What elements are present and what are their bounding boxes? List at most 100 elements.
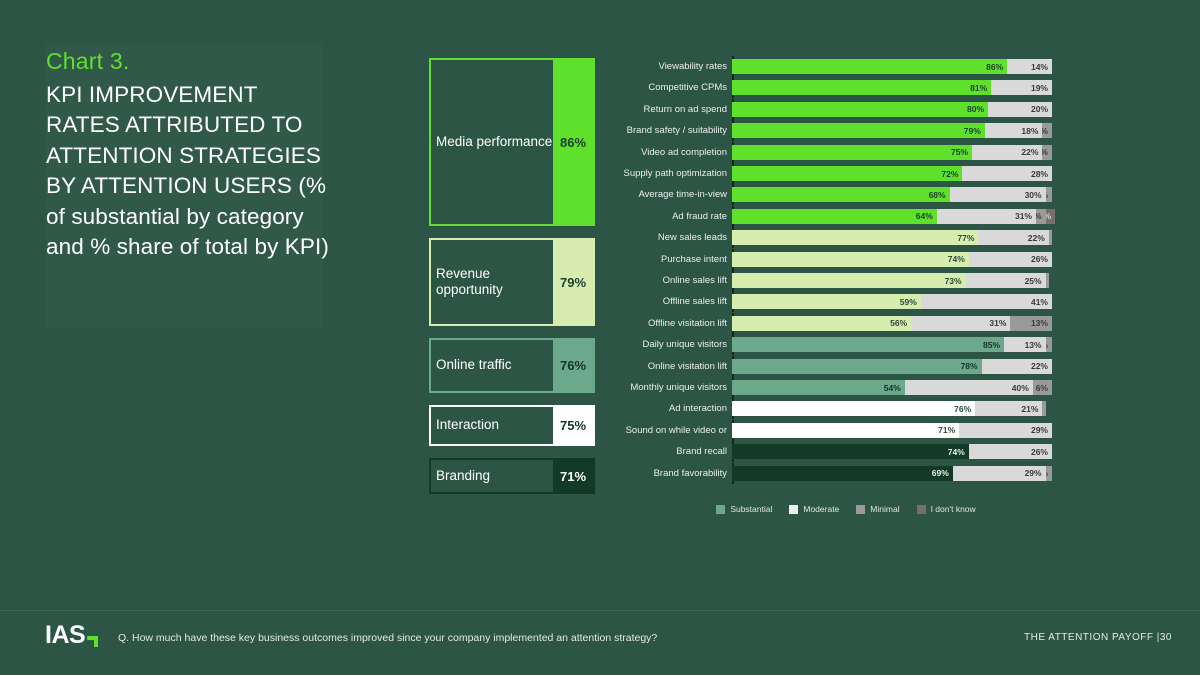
kpi-bar-segment-moderate: 22% — [981, 358, 1052, 374]
kpi-bar-track: 54% 40% 6% — [732, 377, 1052, 398]
kpi-bar-label: Brand favorability — [653, 467, 727, 479]
kpi-bar-segment-value: 74% — [947, 446, 965, 457]
kpi-bar-label: Purchase intent — [660, 253, 727, 265]
chart-legend: Substantial Moderate Minimal I don't know — [616, 504, 1076, 514]
kpi-bar-row[interactable]: New sales leads 77% 22% 1% — [616, 227, 1076, 249]
kpi-bar-label: Brand safety / suitability — [626, 125, 727, 137]
kpi-bar-segment-minimal: 1% — [1045, 273, 1049, 288]
kpi-bar-segment-value: 76% — [954, 403, 972, 414]
kpi-bar-segment-substantial: 86% — [732, 59, 1008, 74]
kpi-bar-row[interactable]: Online sales lift 73% 25% 1% — [616, 270, 1076, 291]
kpi-bar-segment-moderate: 29% — [959, 422, 1052, 438]
legend-item[interactable]: I don't know — [916, 504, 976, 514]
kpi-bar-row[interactable]: Viewability rates 86% 14% — [616, 56, 1076, 77]
kpi-bar-segment-value: 80% — [966, 104, 984, 115]
kpi-bar-row[interactable]: Online visitation lift 78% 22% — [616, 355, 1076, 377]
category-block[interactable]: Media performance 86% — [429, 58, 595, 226]
kpi-bar-segment-moderate: 40% — [904, 380, 1033, 395]
kpi-bar-segment-moderate: 22% — [972, 144, 1043, 160]
kpi-bar-row[interactable]: Supply path optimization 72% 28% — [616, 163, 1076, 184]
kpi-bar-track: 73% 25% 1% — [732, 270, 1052, 291]
kpi-bar-segment-moderate: 19% — [991, 80, 1052, 96]
legend-item[interactable]: Minimal — [856, 504, 900, 514]
kpi-bar-track: 86% 14% — [732, 56, 1052, 77]
kpi-bar-segment-value: 64% — [915, 211, 933, 222]
kpi-bar-label: Sound on while video or — [625, 424, 727, 436]
kpi-bar-segment-value: 26% — [1030, 254, 1048, 265]
kpi-bar-segment-value: 18% — [1021, 125, 1039, 136]
kpi-bar-row[interactable]: Return on ad spend 80% 20% — [616, 98, 1076, 120]
legend-item[interactable]: Substantial — [716, 504, 772, 514]
kpi-bar-segment-value: 86% — [986, 61, 1004, 72]
kpi-bar-label: Monthly unique visitors — [630, 382, 727, 393]
kpi-bar-segment-substantial: 80% — [732, 101, 988, 117]
kpi-bar-segment-substantial: 74% — [732, 251, 969, 267]
kpi-bar-segment-value: 30% — [1024, 189, 1042, 200]
legend-label: Minimal — [870, 504, 900, 514]
kpi-bar-row[interactable]: Average time-in-view 68% 30% 2% — [616, 184, 1076, 206]
kpi-bar-segment-substantial: 68% — [732, 187, 950, 203]
category-block-value: 86% — [553, 60, 593, 224]
kpi-bar-track: 68% 30% 2% — [732, 184, 1052, 206]
kpi-bar-segment-substantial: 71% — [732, 422, 960, 438]
category-block[interactable]: Interaction 75% — [429, 405, 595, 446]
kpi-bar-segment-minimal: 3% — [1035, 208, 1046, 224]
kpi-bar-segment-substantial: 59% — [732, 294, 921, 310]
kpi-bar-row[interactable]: Sound on while video or 71% 29% — [616, 419, 1076, 441]
kpi-bar-track: 79% 18%3% — [732, 120, 1052, 142]
kpi-bar-row[interactable]: Ad interaction 76% 21%1% — [616, 398, 1076, 420]
kpi-bar-row[interactable]: Video ad completion 75% 22%3% — [616, 141, 1076, 163]
logo-wordmark: IAS — [45, 621, 86, 649]
kpi-bar-segment-moderate: 14% — [1007, 59, 1052, 74]
kpi-bar-segment-value: 21% — [1021, 403, 1039, 414]
category-block[interactable]: Branding 71% — [429, 458, 595, 494]
kpi-bar-segment-value: 26% — [1030, 446, 1048, 457]
legend-item[interactable]: Moderate — [789, 504, 839, 514]
footer-divider — [0, 610, 1200, 611]
kpi-bar-segment-value: 29% — [1030, 425, 1048, 436]
kpi-bar-segment-value: 2% — [1046, 190, 1052, 200]
kpi-bar-segment-value: 85% — [982, 339, 1000, 350]
kpi-bar-label: Ad fraud rate — [672, 210, 727, 222]
kpi-bar-track: 56% 31% 13% — [732, 312, 1052, 334]
kpi-bar-label: Offline visitation lift — [647, 317, 727, 329]
kpi-bar-row[interactable]: Offline sales lift 59% 41% — [616, 291, 1076, 313]
kpi-bar-segment-minimal: 2% — [1045, 187, 1052, 203]
kpi-bar-segment-minimal: 2% — [1045, 337, 1052, 353]
kpi-bar-row[interactable]: Ad fraud rate 64% 31% 3%3% — [616, 205, 1076, 227]
category-block-frame: Revenue opportunity 79% — [429, 238, 595, 326]
kpi-bar-track: 72% 28% — [732, 163, 1052, 184]
legend-label: Substantial — [730, 504, 773, 514]
category-block-value: 71% — [553, 460, 593, 492]
kpi-bar-row[interactable]: Competitive CPMs 81% 19% — [616, 77, 1076, 99]
kpi-bar-row[interactable]: Brand safety / suitability 79% 18%3% — [616, 120, 1076, 142]
kpi-bar-segment-value: 20% — [1030, 104, 1048, 115]
kpi-bar-track: 76% 21%1% — [732, 398, 1052, 420]
kpi-bar-track: 78% 22% — [732, 355, 1052, 377]
kpi-bar-segment-value: 6% — [1035, 382, 1048, 393]
kpi-bar-row[interactable]: Brand recall 74% 26% — [616, 441, 1076, 463]
kpi-bar-segment-value: 14% — [1030, 61, 1048, 72]
kpi-bar-row[interactable]: Offline visitation lift 56% 31% 13% — [616, 312, 1076, 334]
kpi-bar-row[interactable]: Monthly unique visitors 54% 40% 6% — [616, 377, 1076, 398]
category-block[interactable]: Online traffic 76% — [429, 338, 595, 393]
category-block-frame: Online traffic 76% — [429, 338, 595, 393]
kpi-bar-segment-value: 78% — [960, 361, 978, 372]
kpi-bar-segment-minimal: 2% — [1045, 465, 1052, 481]
kpi-bar-segment-moderate: 25% — [965, 273, 1046, 288]
category-block-label: Media performance — [436, 133, 553, 149]
kpi-bar-segment-value: 22% — [1030, 361, 1048, 372]
kpi-bar-label: Average time-in-view — [638, 189, 727, 201]
kpi-bar-segment-value: 68% — [928, 189, 946, 200]
kpi-bar-row[interactable]: Brand favorability 69% 29% 2% — [616, 462, 1076, 484]
kpi-bar-track: 75% 22%3% — [732, 141, 1052, 163]
kpi-bar-track: 74% 26% — [732, 248, 1052, 270]
kpi-bar-segment-value: 72% — [941, 168, 959, 179]
category-block[interactable]: Revenue opportunity 79% — [429, 238, 595, 326]
kpi-bar-row[interactable]: Daily unique visitors 85% 13% 2% — [616, 334, 1076, 356]
kpi-bar-segment-moderate: 30% — [949, 187, 1046, 203]
kpi-bar-row[interactable]: Purchase intent 74% 26% — [616, 248, 1076, 270]
kpi-bar-segment-minimal: 3% — [1042, 123, 1052, 139]
legend-swatch — [916, 504, 926, 514]
kpi-bar-label: Brand recall — [676, 446, 727, 458]
